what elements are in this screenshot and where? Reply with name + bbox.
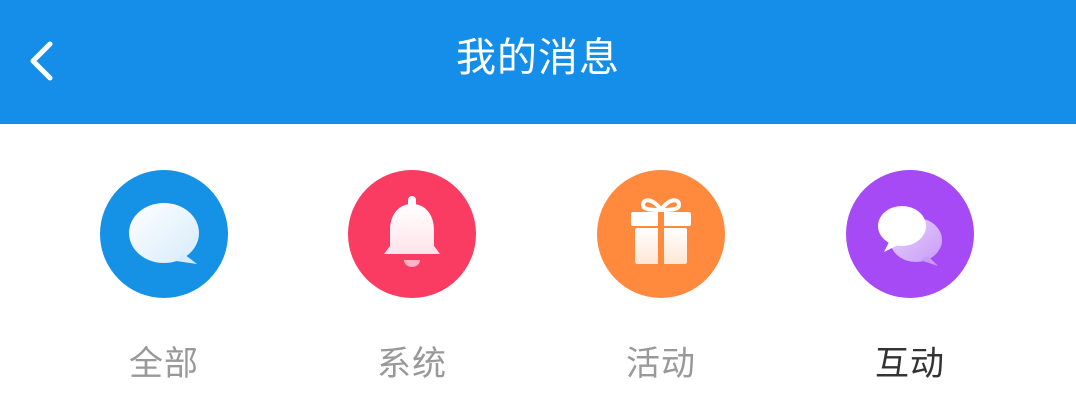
chat-bubbles-icon	[846, 170, 974, 298]
header-bar: 我的消息	[0, 0, 1076, 124]
gift-icon	[597, 170, 725, 298]
category-label: 活动	[626, 344, 696, 384]
message-category-bar: 全部 系统 活动 互动	[0, 124, 1076, 420]
category-interaction[interactable]: 互动	[830, 168, 990, 408]
category-label: 全部	[129, 344, 199, 384]
category-system[interactable]: 系统	[332, 168, 492, 408]
category-all[interactable]: 全部	[84, 168, 244, 408]
page-title: 我的消息	[456, 35, 620, 81]
category-label: 系统	[377, 344, 447, 384]
category-activity[interactable]: 活动	[581, 168, 741, 408]
category-label: 互动	[875, 344, 945, 384]
chat-bubble-icon	[100, 170, 228, 298]
bell-icon	[348, 170, 476, 298]
